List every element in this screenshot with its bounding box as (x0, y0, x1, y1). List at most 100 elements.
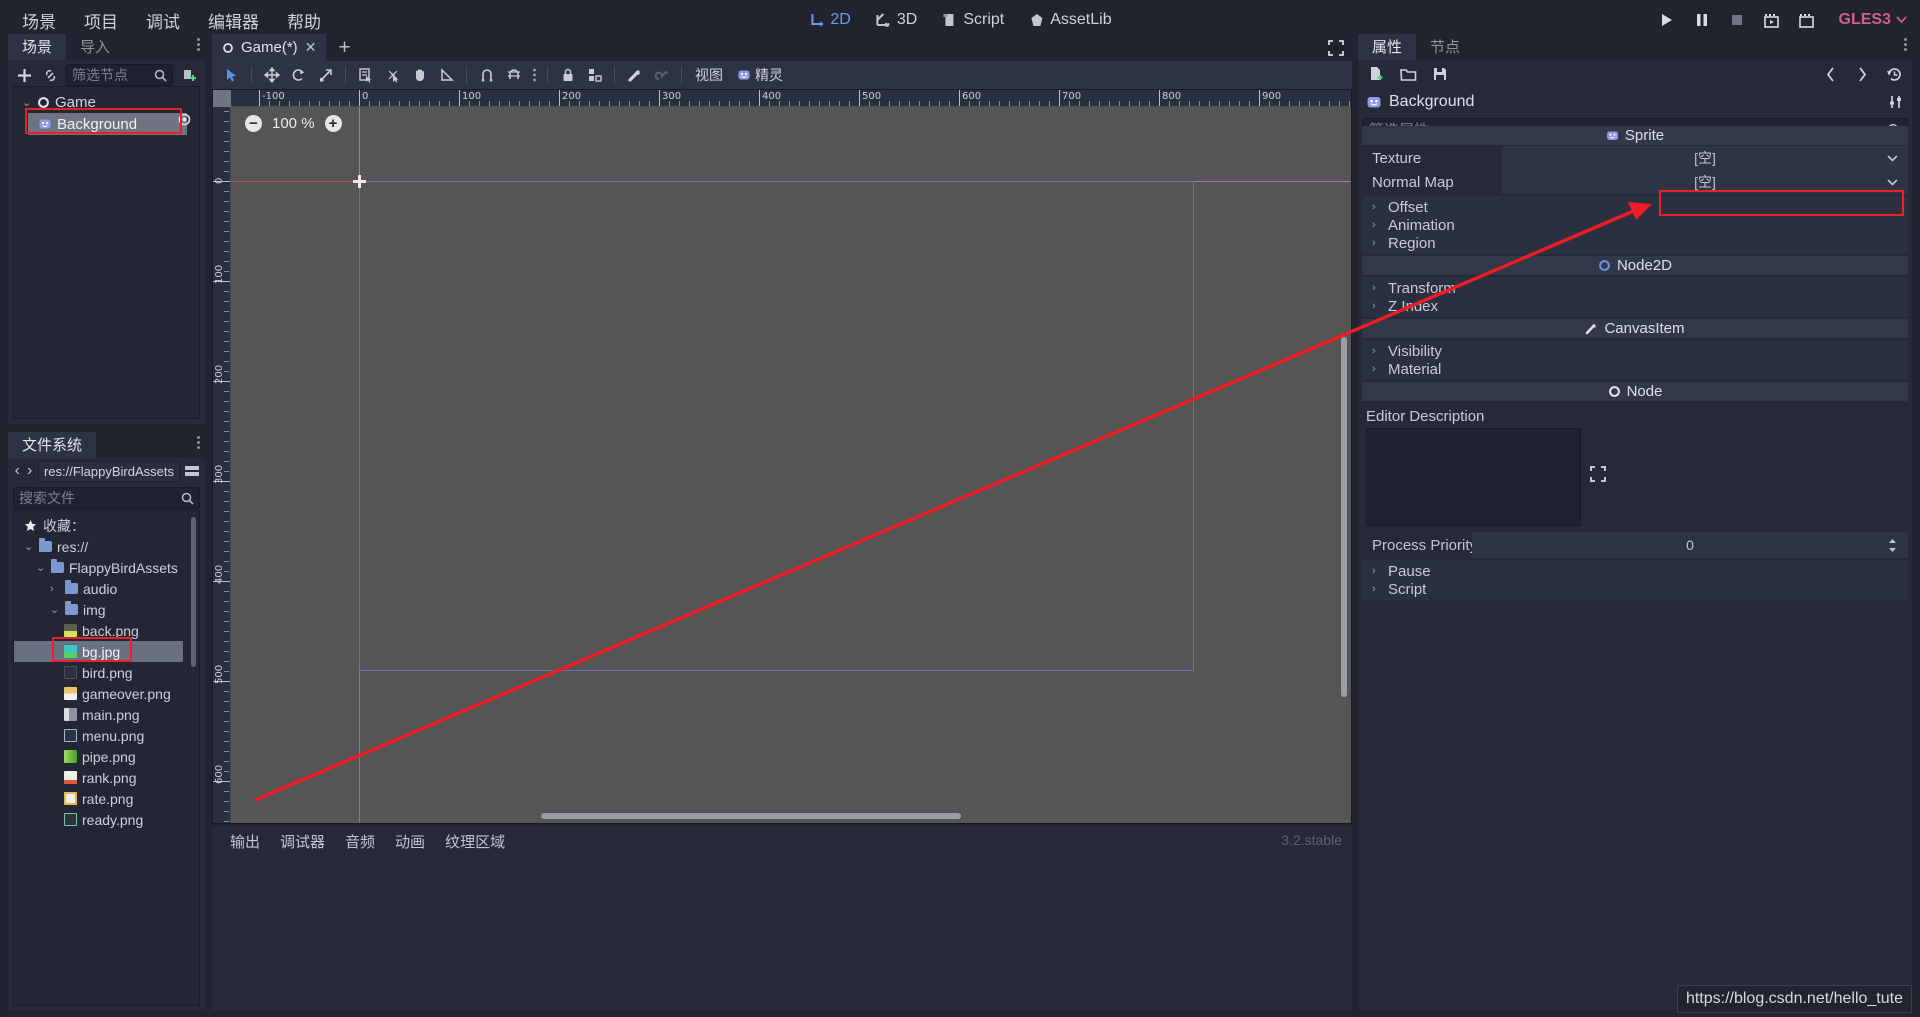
list-item-bg-jpg[interactable]: bg.jpg (14, 641, 183, 662)
instance-scene-button[interactable] (179, 65, 199, 85)
tab-filesystem[interactable]: 文件系统 (8, 432, 97, 458)
list-item-ready-png[interactable]: ready.png (14, 809, 199, 830)
sprite-menu-button[interactable]: 精灵 (730, 65, 790, 85)
scene-tree[interactable]: ⌄ Game Background (13, 86, 200, 419)
view-menu-button[interactable]: 视图 (688, 65, 730, 85)
add-node-button[interactable] (14, 65, 34, 85)
mode-button-script[interactable]: Script (932, 7, 1013, 33)
list-item-rate-png[interactable]: rate.png (14, 788, 199, 809)
list-item-back-png[interactable]: back.png (14, 620, 199, 641)
property-value-process-priority[interactable]: 0 (1472, 532, 1908, 558)
property-group-script[interactable]: › Script (1362, 580, 1908, 598)
new-resource-button[interactable] (1366, 64, 1386, 84)
chevron-down-icon[interactable]: ⌄ (22, 96, 32, 109)
list-item-gameover-png[interactable]: gameover.png (14, 683, 199, 704)
list-item-favorites[interactable]: 收藏： (14, 515, 199, 536)
updown-icon[interactable] (1887, 538, 1898, 553)
play-button[interactable] (1651, 5, 1683, 35)
tab-output[interactable]: 输出 (220, 827, 270, 856)
history-next-button[interactable] (1852, 64, 1872, 84)
list-item-bird-png[interactable]: bird.png (14, 662, 199, 683)
scale-tool-button[interactable] (312, 62, 339, 88)
menu-item-debug[interactable]: 调试 (134, 4, 192, 37)
ruler-tool-button[interactable] (433, 62, 460, 88)
menu-item-scene[interactable]: 场景 (10, 4, 68, 37)
select-tool-button[interactable] (218, 62, 245, 88)
scene-filter-input[interactable]: 筛选节点 (66, 64, 173, 86)
filesystem-dock-menu-icon[interactable] (197, 436, 200, 449)
property-group-material[interactable]: › Material (1362, 360, 1908, 378)
visibility-toggle-icon[interactable] (178, 113, 191, 126)
scene-tree-row-background[interactable]: Background (28, 113, 187, 135)
list-item-main-png[interactable]: main.png (14, 704, 199, 725)
list-item-audio[interactable]: › audio (14, 578, 199, 599)
list-item-res-root[interactable]: ⌄ res:// (14, 536, 199, 557)
filesystem-search-input[interactable]: 搜索文件 (13, 487, 200, 509)
tab-import[interactable]: 导入 (66, 34, 124, 60)
chevron-right-icon[interactable]: › (1372, 583, 1382, 595)
menu-item-help[interactable]: 帮助 (275, 4, 333, 37)
load-resource-button[interactable] (1398, 64, 1418, 84)
chevron-right-icon[interactable]: › (1372, 282, 1382, 294)
tab-texture-region[interactable]: 纹理区域 (435, 827, 515, 856)
bone-button[interactable] (621, 62, 648, 88)
scene-tree-row-game[interactable]: ⌄ Game (14, 91, 199, 113)
history-prev-button[interactable] (1820, 64, 1840, 84)
pause-button[interactable] (1686, 5, 1718, 35)
chevron-down-icon[interactable] (1887, 154, 1898, 162)
scene-tab-game[interactable]: Game(*) ✕ (212, 34, 327, 61)
list-item-pipe-png[interactable]: pipe.png (14, 746, 199, 767)
history-icon[interactable] (1884, 64, 1904, 84)
list-item-flappybirdassets[interactable]: ⌄ FlappyBirdAssets (14, 557, 199, 578)
property-group-animation[interactable]: › Animation (1362, 216, 1908, 234)
chevron-right-icon[interactable]: › (1372, 237, 1382, 249)
property-group-offset[interactable]: › Offset (1362, 198, 1908, 216)
chevron-right-icon[interactable]: › (1372, 363, 1382, 375)
property-value-texture[interactable]: [空] (1502, 146, 1908, 170)
list-select-tool-button[interactable] (352, 62, 379, 88)
rotate-tool-button[interactable] (285, 62, 312, 88)
mode-button-2d[interactable]: 2D (799, 7, 859, 33)
chevron-right-icon[interactable]: › (1372, 201, 1382, 213)
editor-description-textarea[interactable] (1366, 428, 1581, 526)
pan-tool-button[interactable] (406, 62, 433, 88)
list-item-img[interactable]: ⌄ img (14, 599, 199, 620)
filesystem-path-value[interactable]: res://FlappyBirdAssets (37, 460, 180, 482)
tab-scene[interactable]: 场景 (8, 34, 67, 60)
chevron-right-icon[interactable]: › (1372, 300, 1382, 312)
mode-button-assetlib[interactable]: AssetLib (1019, 7, 1120, 33)
menu-item-project[interactable]: 项目 (72, 4, 130, 37)
canvas-horizontal-scrollbar[interactable] (541, 813, 961, 819)
save-resource-button[interactable] (1430, 64, 1450, 84)
expand-icon[interactable] (1590, 466, 1606, 482)
property-row-texture[interactable]: Texture [空] (1362, 146, 1908, 170)
chevron-down-icon[interactable] (1887, 178, 1898, 186)
inspector-dock-menu-icon[interactable] (1904, 38, 1907, 51)
chevron-down-icon[interactable]: ⌄ (36, 561, 46, 574)
tab-debugger[interactable]: 调试器 (270, 827, 335, 856)
chevron-right-icon[interactable]: › (1372, 219, 1382, 231)
property-group-z-index[interactable]: › Z Index (1362, 297, 1908, 315)
nav-back-button[interactable]: ‹ (13, 461, 21, 481)
property-group-transform[interactable]: › Transform (1362, 279, 1908, 297)
list-item-menu-png[interactable]: menu.png (14, 725, 199, 746)
property-group-pause[interactable]: › Pause (1362, 562, 1908, 580)
property-row-normal-map[interactable]: Normal Map [空] (1362, 170, 1908, 194)
anchor-tool-button[interactable] (379, 62, 406, 88)
chevron-down-icon[interactable]: ⌄ (24, 540, 34, 553)
chevron-right-icon[interactable]: › (1372, 565, 1382, 577)
tab-animation[interactable]: 动画 (385, 827, 435, 856)
list-item-rank-png[interactable]: rank.png (14, 767, 199, 788)
object-tools-icon[interactable] (1888, 94, 1904, 110)
lock-button[interactable] (554, 62, 581, 88)
play-scene-button[interactable] (1756, 5, 1788, 35)
key-button[interactable] (648, 62, 675, 88)
canvas-2d[interactable]: − 100 % + (231, 107, 1351, 823)
filesystem-tree[interactable]: 收藏： ⌄ res:// ⌄ FlappyBirdAssets › audio … (13, 510, 200, 1006)
property-group-visibility[interactable]: › Visibility (1362, 342, 1908, 360)
play-custom-scene-button[interactable] (1791, 5, 1823, 35)
close-icon[interactable]: ✕ (305, 39, 317, 56)
link-icon[interactable] (40, 65, 60, 85)
canvas-vertical-scrollbar[interactable] (1341, 337, 1347, 697)
smart-snap-button[interactable] (500, 62, 527, 88)
